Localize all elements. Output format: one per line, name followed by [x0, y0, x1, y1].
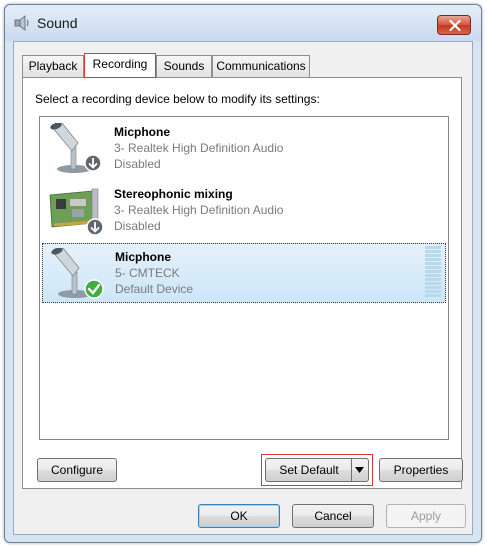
- default-check-icon: [84, 279, 104, 299]
- microphone-icon: [49, 247, 105, 300]
- set-default-label: Set Default: [279, 463, 339, 477]
- microphone-icon: [48, 122, 104, 175]
- device-driver: 5- CMTECK: [115, 266, 180, 280]
- device-name: Micphone: [114, 125, 170, 139]
- instruction-text: Select a recording device below to modif…: [35, 92, 320, 106]
- apply-button[interactable]: Apply: [386, 504, 466, 528]
- tab-communications[interactable]: Communications: [212, 55, 310, 77]
- level-meter: [425, 246, 441, 300]
- properties-button[interactable]: Properties: [379, 458, 463, 482]
- device-name: Stereophonic mixing: [114, 187, 233, 201]
- sound-card-icon: [48, 185, 104, 237]
- device-status: Disabled: [114, 157, 161, 171]
- ok-button[interactable]: OK: [198, 504, 280, 528]
- chevron-down-icon: [355, 467, 364, 473]
- cancel-button[interactable]: Cancel: [292, 504, 374, 528]
- device-driver: 3- Realtek High Definition Audio: [114, 141, 284, 155]
- recording-device-list[interactable]: Micphone 3- Realtek High Definition Audi…: [39, 116, 449, 440]
- device-driver: 3- Realtek High Definition Audio: [114, 203, 284, 217]
- close-icon: [449, 20, 461, 31]
- tab-recording[interactable]: Recording: [84, 53, 156, 78]
- device-status: Disabled: [114, 219, 161, 233]
- close-button[interactable]: [437, 15, 471, 35]
- window-title: Sound: [37, 15, 78, 31]
- title-bar[interactable]: Sound: [5, 5, 481, 41]
- recording-panel: Select a recording device below to modif…: [22, 77, 463, 489]
- configure-button[interactable]: Configure: [37, 458, 117, 482]
- device-item-stereophonic-mixing[interactable]: Stereophonic mixing 3- Realtek High Defi…: [42, 181, 446, 241]
- set-default-button[interactable]: Set Default: [265, 458, 369, 482]
- tab-playback[interactable]: Playback: [22, 55, 84, 77]
- device-status: Default Device: [115, 282, 194, 296]
- dialog-client: Playback Recording Sounds Communications…: [13, 41, 473, 535]
- device-name: Micphone: [115, 250, 171, 264]
- set-default-dropdown[interactable]: [351, 459, 368, 481]
- tab-sounds[interactable]: Sounds: [156, 55, 212, 77]
- device-item-micphone-cmteck[interactable]: Micphone 5- CMTECK Default Device: [42, 243, 446, 303]
- device-item-micphone-realtek[interactable]: Micphone 3- Realtek High Definition Audi…: [42, 119, 446, 179]
- sound-dialog: Sound Playback Recording Sounds Communic…: [4, 4, 482, 543]
- speaker-icon: [13, 14, 33, 32]
